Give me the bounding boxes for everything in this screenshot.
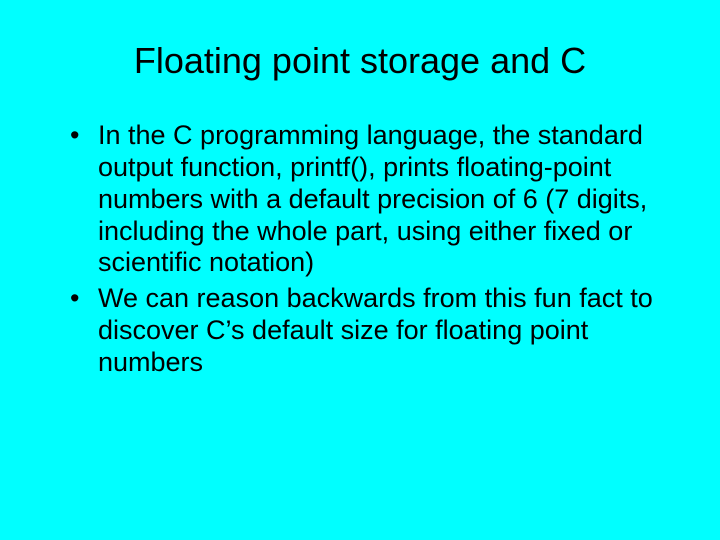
list-item: In the C programming language, the stand… (70, 120, 665, 279)
slide-title: Floating point storage and C (35, 40, 685, 82)
slide: Floating point storage and C In the C pr… (0, 0, 720, 540)
list-item: We can reason backwards from this fun fa… (70, 283, 665, 379)
bullet-list: In the C programming language, the stand… (35, 120, 685, 379)
